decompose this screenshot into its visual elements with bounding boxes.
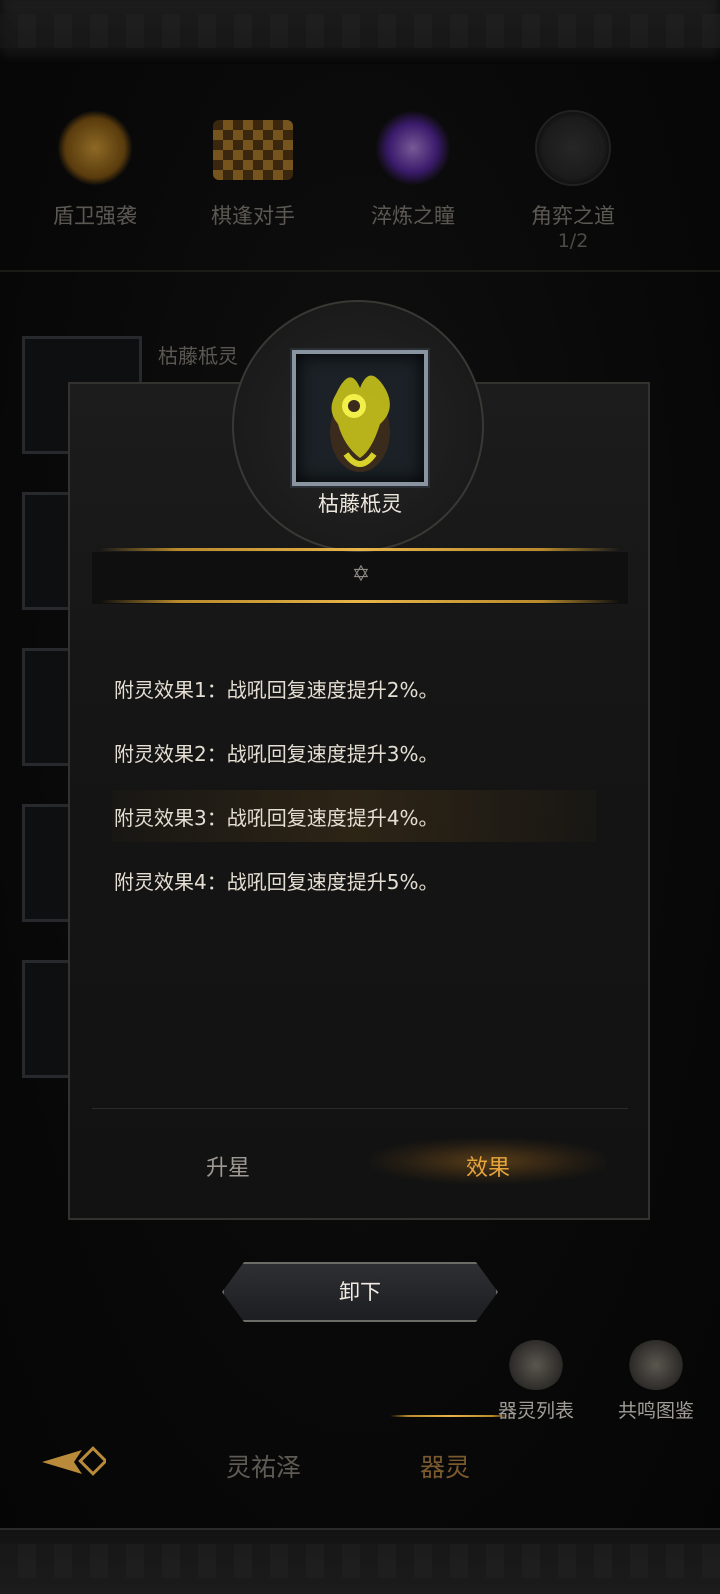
bottom-ornament-bar xyxy=(0,1528,720,1594)
effect-line-3: 附灵效果3：战吼回复速度提升4%。 xyxy=(114,806,439,830)
spirit-swirl-icon xyxy=(508,1340,564,1390)
bottom-tab-spirit[interactable]: 器灵 xyxy=(420,1448,470,1484)
gold-divider xyxy=(100,548,620,551)
arrow-left-icon xyxy=(42,1446,108,1476)
effect-line-1: 附灵效果1：战吼回复速度提升2%。 xyxy=(114,678,439,702)
back-button[interactable] xyxy=(40,1442,108,1482)
spirit-list-button[interactable]: 器灵列表 xyxy=(484,1340,588,1423)
effect-line-2: 附灵效果2：战吼回复速度提升3%。 xyxy=(114,742,439,766)
item-name: 枯藤柢灵 xyxy=(318,492,402,516)
spirit-list-label: 器灵列表 xyxy=(497,1400,574,1422)
gold-divider xyxy=(100,600,620,603)
item-portrait xyxy=(292,350,428,486)
tab-divider xyxy=(92,1108,628,1109)
bottom-tab-lingyouze[interactable]: 灵祐泽 xyxy=(226,1448,301,1484)
unload-button[interactable]: 卸下 xyxy=(222,1262,498,1322)
resonance-atlas-label: 共鸣图鉴 xyxy=(617,1400,694,1422)
hexagram-icon: ✡ xyxy=(351,562,371,587)
effect-line-4: 附灵效果4：战吼回复速度提升5%。 xyxy=(114,870,439,894)
tab-star-up[interactable]: 升星 xyxy=(206,1150,250,1182)
winged-crest-icon xyxy=(628,1340,684,1390)
withered-vine-spirit-icon xyxy=(330,375,390,472)
bottom-tab-divider xyxy=(390,1415,510,1417)
tab-effect[interactable]: 效果 xyxy=(466,1150,510,1182)
resonance-atlas-button[interactable]: 共鸣图鉴 xyxy=(604,1340,708,1423)
top-ornament-bar xyxy=(0,0,720,66)
